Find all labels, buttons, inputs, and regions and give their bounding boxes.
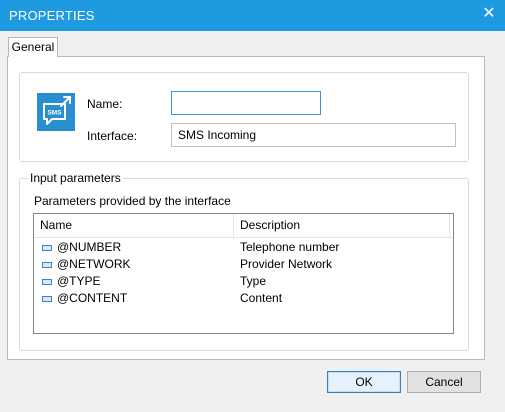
parameter-icon [42,296,52,302]
list-item[interactable]: @CONTENT Content [34,290,453,307]
close-icon[interactable]: ✕ [479,4,499,24]
list-item[interactable]: @TYPE Type [34,273,453,290]
parameter-icon [42,245,52,251]
general-groupbox: SMS Name: Interface: [19,72,469,162]
list-item[interactable]: @NETWORK Provider Network [34,256,453,273]
title-bar[interactable]: PROPERTIES ✕ [0,0,505,31]
column-header-name[interactable]: Name [34,214,234,237]
input-parameters-groupbox: Input parameters Parameters provided by … [19,171,469,351]
general-tab-panel: SMS Name: Interface: Input parameters Pa… [7,56,485,360]
parameter-description: Type [240,274,267,288]
name-field[interactable] [171,91,321,115]
parameter-description: Content [240,291,283,305]
sms-icon-text: SMS [47,110,62,117]
parameter-name: @NETWORK [57,257,131,271]
input-parameters-title: Input parameters [28,171,123,185]
list-item[interactable]: @NUMBER Telephone number [34,239,453,256]
parameter-description: Telephone number [240,240,340,254]
interface-field[interactable] [171,123,456,147]
list-header: Name Description [34,214,453,238]
column-header-description[interactable]: Description [234,214,450,237]
parameter-name: @TYPE [57,274,101,288]
interface-label: Interface: [87,129,138,143]
tab-general[interactable]: General [8,37,58,57]
parameter-icon [42,262,52,268]
parameter-icon [42,279,52,285]
window-title: PROPERTIES [9,8,95,23]
tab-general-label: General [11,40,55,54]
ok-button[interactable]: OK [327,371,401,393]
parameter-name: @CONTENT [57,291,128,305]
parameters-caption: Parameters provided by the interface [34,194,231,208]
cancel-button[interactable]: Cancel [407,371,481,393]
properties-dialog: PROPERTIES ✕ General SMS Name: Interface… [0,0,505,412]
parameter-description: Provider Network [240,257,333,271]
parameter-name: @NUMBER [57,240,122,254]
parameters-list[interactable]: Name Description @NUMBER Telephone numbe… [33,213,454,334]
sms-incoming-icon: SMS [37,93,75,131]
name-label: Name: [87,97,123,111]
